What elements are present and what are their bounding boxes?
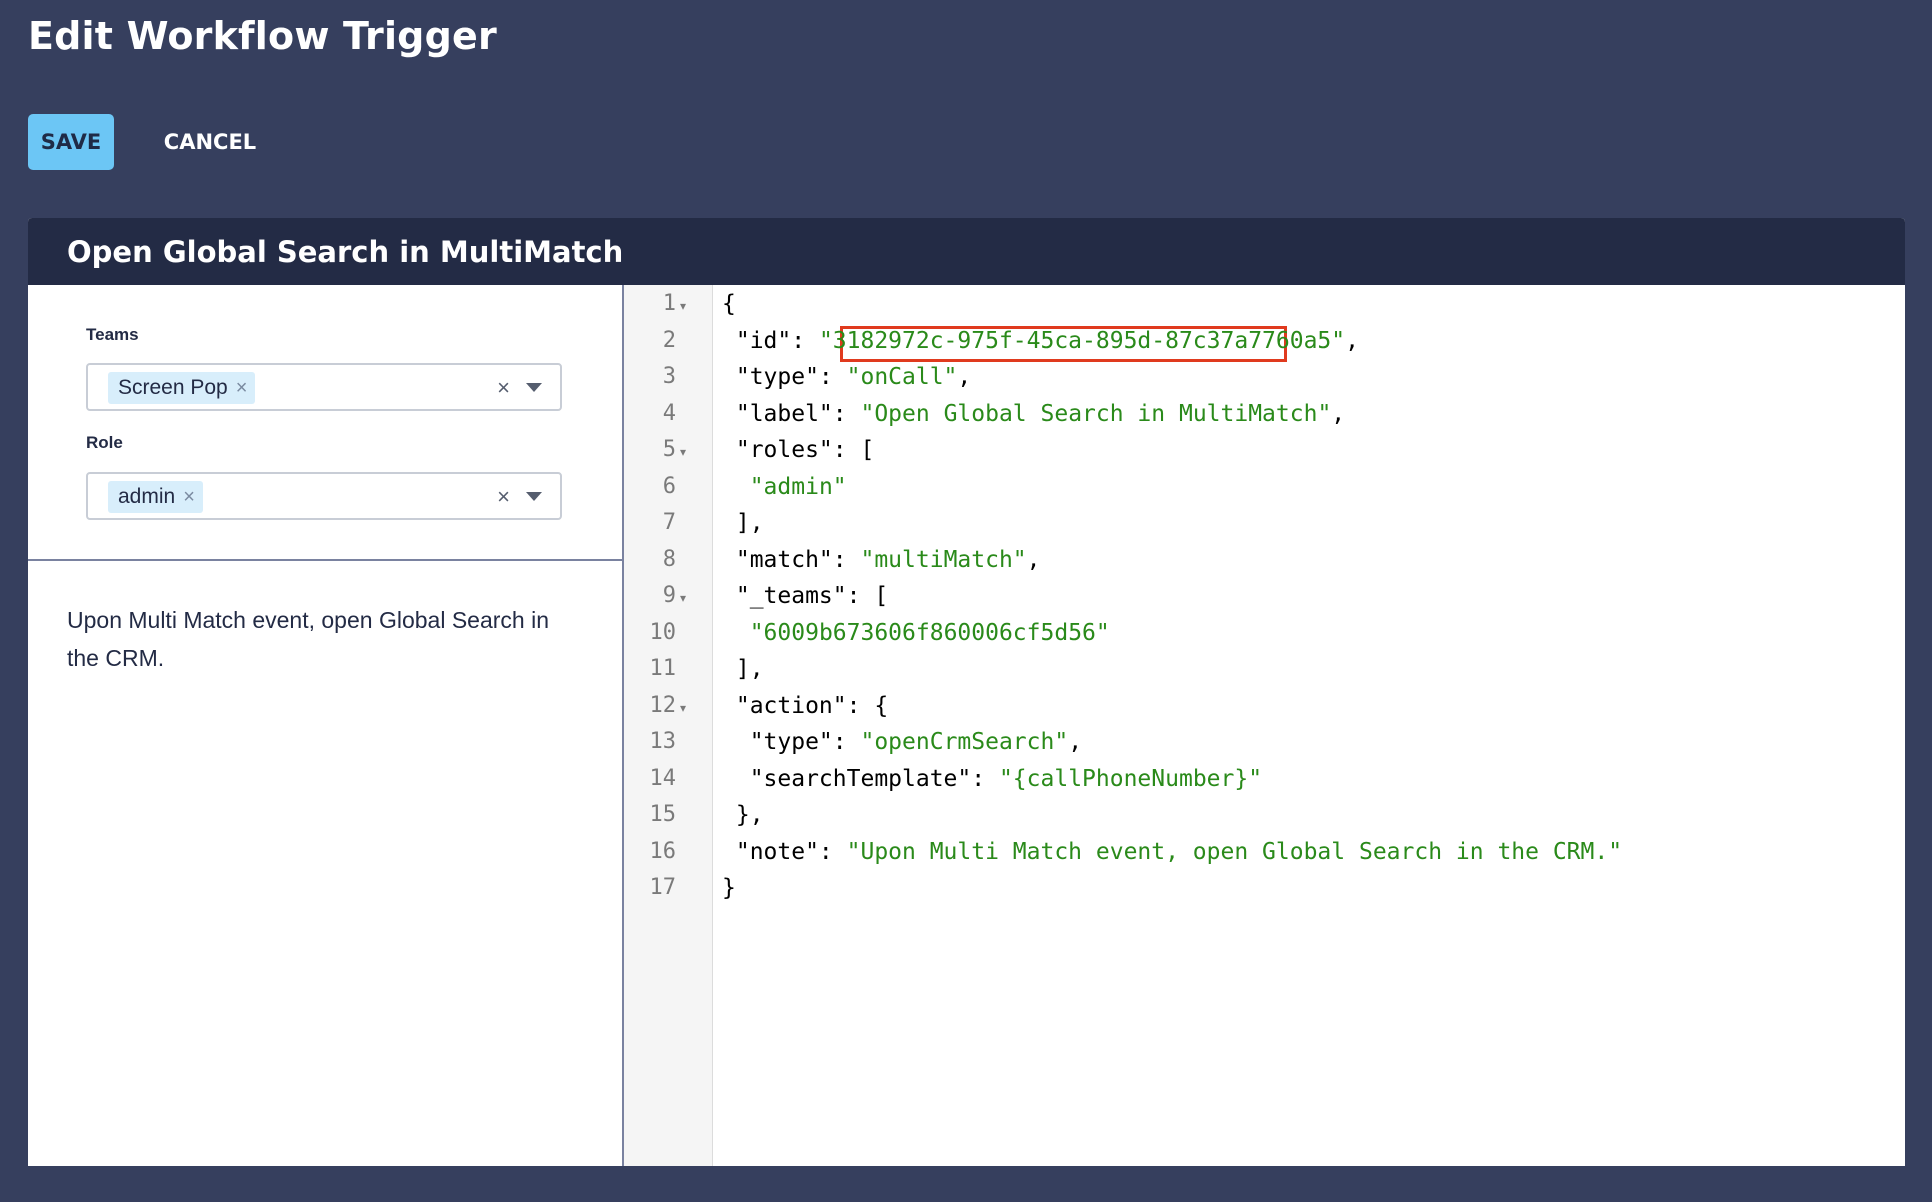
code-line[interactable]: }	[722, 875, 736, 901]
code-line[interactable]: {	[722, 291, 736, 317]
line-gutter: 1 ▾ 2 3 4 5 ▾ 6 7 8 9 ▾ 10 11 12 ▾ 13 14 15 16 17	[624, 285, 713, 1166]
code-line[interactable]: "_teams": [	[722, 583, 888, 609]
line-number: 12	[649, 692, 677, 718]
string-token: "openCrmSearch"	[860, 729, 1069, 755]
code-token: "note":	[722, 838, 847, 865]
string-token: "3182972c-975f-45ca-895d-87c37a7760a5"	[818, 327, 1346, 354]
code-line[interactable]: ],	[722, 656, 764, 682]
code-token: "_teams": [	[722, 583, 889, 609]
line-number: 17	[649, 875, 677, 900]
code-token: ,	[1345, 327, 1359, 354]
code-line[interactable]: "type": "openCrmSearch",	[722, 729, 1082, 755]
string-token: "6009b673606f860006cf5d56"	[749, 619, 1110, 646]
code-line[interactable]: "6009b673606f860006cf5d56"	[722, 620, 1110, 646]
line-number: 9	[662, 583, 676, 608]
fold-toggle-icon[interactable]: ▾	[680, 701, 686, 715]
team-chip: Screen Pop ×	[108, 372, 256, 404]
code-line[interactable]: "match": "multiMatch",	[722, 547, 1041, 573]
code-token: "match":	[722, 546, 861, 573]
line-number: 2	[662, 327, 676, 353]
code-line[interactable]: "note": "Upon Multi Match event, open Gl…	[722, 839, 1622, 865]
code-token: "type":	[722, 729, 861, 755]
page-title: Edit Workflow Trigger	[28, 14, 497, 58]
code-token: },	[722, 802, 764, 828]
code-token: ,	[1026, 546, 1041, 573]
teams-select[interactable]: Screen Pop × ×	[86, 363, 562, 411]
code-token: ,	[957, 364, 972, 390]
code-token: "type":	[722, 364, 847, 390]
line-number: 5	[662, 437, 676, 462]
code-token: ],	[722, 656, 764, 682]
teams-label: Teams	[86, 325, 139, 344]
chevron-down-icon[interactable]	[526, 383, 542, 392]
trigger-note: Upon Multi Match event, open Global Sear…	[67, 607, 549, 671]
code-token: ],	[722, 510, 764, 536]
role-chip: admin ×	[108, 481, 203, 513]
fold-toggle-icon[interactable]: ▾	[680, 299, 686, 313]
line-number: 4	[662, 400, 676, 426]
string-token: "onCall"	[846, 364, 958, 390]
fold-toggle-icon[interactable]: ▾	[680, 445, 686, 459]
line-number: 16	[649, 838, 677, 864]
string-token: "admin"	[749, 473, 847, 500]
line-number: 10	[649, 619, 677, 645]
string-token: "Upon Multi Match event, open Global Sea…	[846, 838, 1623, 865]
role-label: Role	[86, 433, 123, 452]
line-number: 8	[662, 546, 676, 572]
code-line[interactable]: "action": {	[722, 693, 888, 719]
fold-toggle-icon[interactable]: ▾	[680, 591, 686, 605]
code-line[interactable]: "id": "3182972c-975f-45ca-895d-87c37a776…	[722, 328, 1359, 354]
code-token: "searchTemplate":	[722, 765, 999, 792]
line-number: 3	[662, 364, 676, 389]
clear-icon[interactable]: ×	[497, 484, 510, 510]
line-number: 7	[662, 510, 676, 535]
code-token: "action": {	[722, 692, 889, 719]
string-token: "Open Global Search in MultiMatch"	[860, 400, 1332, 427]
code-token: }	[722, 875, 736, 901]
role-chip-label: admin	[118, 485, 176, 508]
string-token: "{callPhoneNumber}"	[998, 765, 1263, 792]
card-title: Open Global Search in MultiMatch	[28, 218, 1905, 285]
chevron-down-icon[interactable]	[526, 492, 542, 501]
cancel-button[interactable]: CANCEL	[150, 114, 270, 170]
pane-divider	[28, 559, 622, 561]
code-line[interactable]: "searchTemplate": "{callPhoneNumber}"	[722, 766, 1262, 792]
trigger-card: Open Global Search in MultiMatch Teams S…	[28, 218, 1905, 1166]
team-chip-label: Screen Pop	[118, 376, 228, 399]
code-line[interactable]: "label": "Open Global Search in MultiMat…	[722, 401, 1345, 427]
string-token: "multiMatch"	[860, 546, 1027, 573]
code-line[interactable]: ],	[722, 510, 764, 536]
line-number: 15	[649, 802, 677, 827]
code-token: {	[722, 291, 736, 317]
role-select[interactable]: admin × ×	[86, 472, 562, 520]
save-button[interactable]: SAVE	[28, 114, 114, 170]
settings-pane: Teams Screen Pop × × Role admin × × Upon…	[28, 285, 624, 1166]
code-token: "roles": [	[722, 437, 875, 463]
line-number: 6	[662, 473, 676, 499]
code-token: "label":	[722, 400, 861, 427]
line-number: 11	[649, 656, 677, 681]
code-token: ,	[1331, 400, 1346, 427]
code-line[interactable]: },	[722, 802, 764, 828]
code-line[interactable]: "admin"	[722, 474, 847, 500]
json-editor[interactable]: 1 ▾ 2 3 4 5 ▾ 6 7 8 9 ▾ 10 11 12 ▾ 13 14 15 16 17 { "id": "3…	[624, 285, 1905, 1166]
chip-remove-icon[interactable]: ×	[236, 377, 248, 400]
line-number: 14	[649, 765, 677, 791]
chip-remove-icon[interactable]: ×	[183, 486, 195, 509]
code-line[interactable]: "type": "onCall",	[722, 364, 971, 390]
code-token: ,	[1068, 729, 1083, 755]
code-line[interactable]: "roles": [	[722, 437, 874, 463]
line-number: 1	[662, 291, 676, 316]
code-token: "id":	[722, 327, 819, 354]
line-number: 13	[649, 729, 677, 754]
clear-icon[interactable]: ×	[497, 375, 510, 401]
